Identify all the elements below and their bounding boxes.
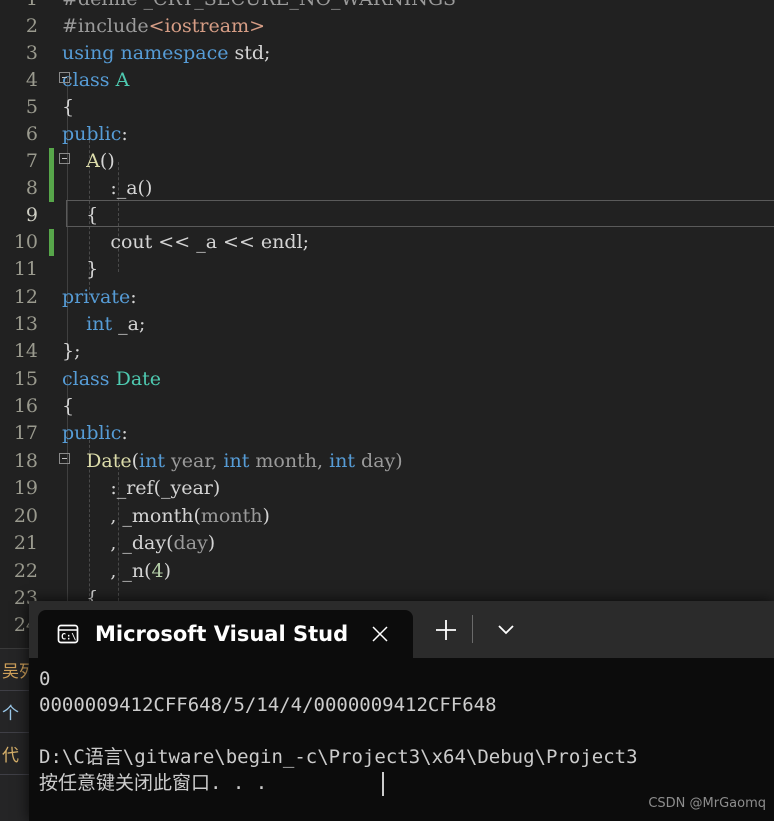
line-number: 6 [25, 123, 38, 145]
line-number: 18 [13, 450, 38, 472]
watermark-label: CSDN @MrGaomq [648, 796, 766, 811]
line-number: 4 [25, 69, 38, 91]
terminal-window[interactable]: C:\ Microsoft Visual Stud 0 0000009412CF… [29, 601, 774, 821]
code-text: , _month(month) [62, 505, 270, 527]
left-panel-row-label: 代 [2, 746, 19, 766]
screenshot-root: 1 #define _CRT_SECURE_NO_WARNINGS 2 #includ… [0, 0, 774, 821]
terminal-line: 0 [39, 668, 51, 690]
terminal-cursor [382, 772, 384, 796]
code-text: public: [62, 123, 128, 145]
line-number: 2 [25, 15, 38, 37]
terminal-line: D:\C语言\gitware\begin_-c\Project3\x64\Deb… [39, 746, 638, 768]
code-line[interactable]: 13 int _a; [0, 311, 774, 338]
line-number: 16 [13, 395, 38, 417]
code-line[interactable]: 8 :_a() [0, 175, 774, 202]
line-number: 22 [13, 560, 38, 582]
line-number: 8 [25, 177, 38, 199]
line-number: 9 [25, 204, 38, 226]
code-text: , _n(4) [62, 560, 172, 582]
toolbar-separator [472, 615, 473, 643]
code-text: }; [62, 340, 81, 362]
line-number: 21 [13, 532, 38, 554]
line-number: 17 [13, 422, 38, 444]
code-text: cout << _a << endl; [62, 231, 310, 253]
code-line[interactable]: 22 , _n(4) [0, 558, 774, 585]
code-line[interactable]: 10 cout << _a << endl; [0, 229, 774, 256]
line-number: 14 [13, 340, 38, 362]
code-text: class A [62, 69, 130, 91]
line-number: 20 [13, 505, 38, 527]
code-line[interactable]: 4 class A [0, 67, 774, 94]
code-line[interactable]: 16 { [0, 393, 774, 420]
code-text: private: [62, 286, 137, 308]
code-line[interactable]: 2 #include<iostream> [0, 13, 774, 40]
code-text: :_ref(_year) [62, 477, 221, 499]
code-text: { [62, 204, 99, 226]
terminal-line: 0000009412CFF648/5/14/4/0000009412CFF648 [39, 694, 497, 716]
collapse-toggle-icon[interactable] [59, 72, 70, 83]
close-icon[interactable] [368, 622, 392, 646]
code-line[interactable]: 15 class Date [0, 366, 774, 393]
line-number: 1 [0, 0, 38, 13]
code-line[interactable]: 21 , _day(day) [0, 530, 774, 557]
code-line[interactable]: 3 using namespace std; [0, 40, 774, 67]
code-text: } [62, 258, 99, 280]
svg-text:C:\: C:\ [61, 633, 76, 643]
code-text: #define _CRT_SECURE_NO_WARNINGS [62, 0, 456, 13]
change-bar [49, 148, 54, 202]
code-line[interactable]: 17 public: [0, 420, 774, 447]
line-number: 11 [13, 258, 38, 280]
code-text: { [62, 395, 75, 417]
line-number: 7 [25, 150, 38, 172]
code-line[interactable]: 14}; [0, 338, 774, 365]
terminal-tab[interactable]: C:\ Microsoft Visual Stud [38, 610, 413, 658]
code-text: , _day(day) [62, 532, 216, 554]
terminal-output[interactable]: 0 0000009412CFF648/5/14/4/0000009412CFF64… [29, 658, 774, 821]
line-number: 5 [25, 96, 38, 118]
collapse-toggle-icon[interactable] [59, 153, 70, 164]
line-number: 12 [13, 286, 38, 308]
line-number: 3 [25, 42, 38, 64]
code-line[interactable]: 6 public: [0, 121, 774, 148]
code-line[interactable]: 9 { [0, 202, 774, 229]
code-line[interactable]: 18 Date(int year, int month, int day) [0, 448, 774, 475]
terminal-tab-title: Microsoft Visual Stud [95, 622, 349, 646]
terminal-line: 按任意键关闭此窗口. . . [39, 772, 268, 794]
chevron-down-icon[interactable] [494, 619, 518, 641]
code-text: Date(int year, int month, int day) [86, 450, 403, 472]
command-prompt-icon: C:\ [56, 622, 80, 646]
line-number: 10 [13, 231, 38, 253]
code-line[interactable]: 5{ [0, 94, 774, 121]
code-text: using namespace std; [62, 42, 271, 64]
code-line[interactable]: 12 private: [0, 284, 774, 311]
change-bar [49, 229, 54, 256]
line-number: 19 [13, 477, 38, 499]
plus-icon[interactable] [433, 617, 459, 643]
terminal-titlebar[interactable]: C:\ Microsoft Visual Stud [29, 601, 774, 658]
code-text: { [62, 96, 75, 118]
code-line[interactable]: 11 } [0, 256, 774, 283]
left-panel-row-label: 个 [2, 704, 19, 724]
code-line[interactable]: 7 A() [0, 148, 774, 175]
line-number: 13 [13, 313, 38, 335]
code-text: :_a() [62, 177, 153, 199]
code-line[interactable]: 20 , _month(month) [0, 503, 774, 530]
code-text: #include<iostream> [62, 15, 266, 37]
collapse-toggle-icon[interactable] [59, 453, 70, 464]
code-text: public: [62, 422, 128, 444]
line-number: 15 [13, 368, 38, 390]
code-line[interactable]: 19 :_ref(_year) [0, 475, 774, 502]
code-text: class Date [62, 368, 162, 390]
code-text: int _a; [86, 313, 146, 335]
code-line[interactable]: 1 #define _CRT_SECURE_NO_WARNINGS [0, 0, 774, 13]
